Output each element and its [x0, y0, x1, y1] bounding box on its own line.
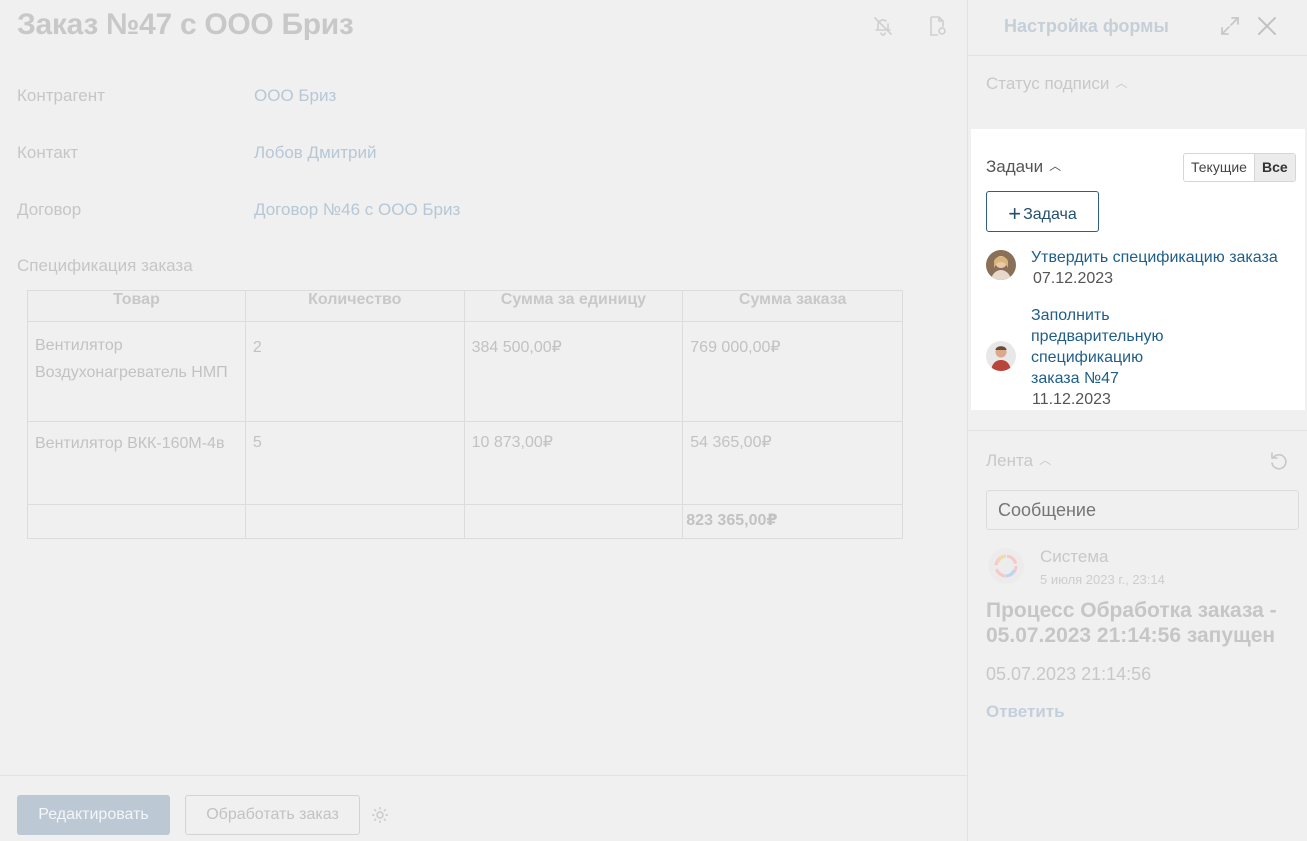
spec-title: Спецификация заказа: [17, 256, 193, 275]
table-row: Вентилятор ВКК-160М-4в 5 10 873,00₽ 54 3…: [27, 421, 903, 505]
product-cell: Вентилятор ВКК-160М-4в: [27, 421, 246, 505]
task-title-line: спецификацию: [1031, 349, 1144, 366]
order-total-cell: 769 000,00₽: [682, 321, 903, 422]
main-panel: Заказ №47 с ООО Бриз Контрагент ООО Бриз…: [0, 0, 967, 841]
add-task-button[interactable]: + Задача: [986, 191, 1099, 232]
chevron-up-icon: ︿: [1115, 76, 1128, 90]
feed-event-title: Процесс Обработка заказа - 05.07.2023 21…: [986, 599, 1277, 647]
task-date: 07.12.2023: [1033, 270, 1114, 287]
footer-bar: Редактировать Обработать заказ: [0, 775, 967, 841]
document-settings-icon[interactable]: [925, 14, 949, 38]
grand-total-cell: 823 365,00₽: [682, 504, 903, 539]
chevron-up-icon: ︿: [1039, 453, 1052, 467]
tasks-filter: Текущие Все: [1183, 153, 1296, 182]
quantity-cell: 5: [244, 421, 465, 505]
table-row: Вентилятор Воздухонагреватель НМП 2 384 …: [27, 321, 903, 422]
refresh-icon[interactable]: [1268, 450, 1290, 472]
task-title-line: Заполнить: [1031, 307, 1110, 324]
feed-author: Система: [1040, 547, 1109, 566]
feed-label: Лента: [986, 451, 1034, 470]
task-title-line: заказа №47: [1031, 370, 1119, 387]
task-link[interactable]: Заполнить предварительную спецификацию з…: [1031, 305, 1164, 389]
empty-cell: [463, 504, 684, 539]
expand-icon[interactable]: [1218, 14, 1242, 38]
task-date: 11.12.2023: [1032, 391, 1111, 408]
add-task-label: Задача: [1023, 206, 1077, 223]
empty-cell: [244, 504, 465, 539]
avatar: [986, 250, 1016, 280]
column-header-order-total: Сумма заказа: [682, 290, 903, 322]
process-order-button[interactable]: Обработать заказ: [185, 795, 360, 835]
close-icon[interactable]: [1254, 13, 1280, 39]
feed-event-time: 05.07.2023 21:14:56: [986, 664, 1152, 684]
contact-link[interactable]: Лобов Дмитрий: [254, 143, 377, 163]
contract-label: Договор: [17, 200, 82, 219]
unit-price-cell: 384 500,00₽: [463, 321, 684, 422]
column-header-quantity: Количество: [244, 290, 465, 322]
plus-icon: +: [1008, 201, 1022, 226]
column-header-product: Товар: [27, 290, 246, 322]
signature-status-label: Статус подписи: [986, 74, 1110, 93]
tasks-toggle[interactable]: Задачи ︿: [986, 157, 1061, 177]
filter-all-button[interactable]: Все: [1253, 154, 1295, 181]
contract-link[interactable]: Договор №46 с ООО Бриз: [254, 200, 460, 220]
counterparty-link[interactable]: ООО Бриз: [254, 86, 336, 106]
column-header-unit-price: Сумма за единицу: [463, 290, 684, 322]
avatar: [986, 341, 1016, 371]
unit-price-cell: 10 873,00₽: [463, 421, 684, 505]
empty-cell: [27, 504, 246, 539]
task-title-line: предварительную: [1031, 328, 1164, 345]
order-total-cell: 54 365,00₽: [682, 421, 903, 505]
signature-status-toggle[interactable]: Статус подписи ︿: [986, 74, 1127, 94]
message-input[interactable]: [986, 490, 1299, 530]
divider: [968, 430, 1307, 431]
total-row: 823 365,00₽: [27, 504, 903, 539]
bell-off-icon[interactable]: [871, 14, 895, 38]
feed-toggle[interactable]: Лента ︿: [986, 451, 1051, 471]
counterparty-label: Контрагент: [17, 86, 105, 105]
spec-table: Товар Количество Сумма за единицу Сумма …: [27, 290, 903, 539]
edit-button[interactable]: Редактировать: [17, 795, 170, 835]
gear-icon[interactable]: [370, 805, 390, 825]
tasks-section: Задачи ︿ Текущие Все + Задача Утвердить сп…: [971, 129, 1305, 410]
tasks-label: Задачи: [986, 157, 1044, 176]
divider: [968, 55, 1307, 56]
form-settings-panel: Настройка формы Статус подписи ︿ Задачи ︿ …: [967, 0, 1307, 841]
reply-link[interactable]: Ответить: [986, 702, 1065, 722]
feed-author-date: 5 июля 2023 г., 23:14: [1040, 572, 1165, 587]
task-link[interactable]: Утвердить спецификацию заказа: [1031, 247, 1278, 268]
system-avatar: [988, 548, 1024, 584]
contact-label: Контакт: [17, 143, 79, 162]
product-cell: Вентилятор Воздухонагреватель НМП: [27, 321, 246, 422]
quantity-cell: 2: [244, 321, 465, 422]
panel-title: Настройка формы: [1004, 16, 1169, 36]
filter-current-button[interactable]: Текущие: [1184, 154, 1254, 181]
page-title: Заказ №47 с ООО Бриз: [17, 8, 354, 41]
chevron-up-icon: ︿: [1049, 159, 1062, 173]
